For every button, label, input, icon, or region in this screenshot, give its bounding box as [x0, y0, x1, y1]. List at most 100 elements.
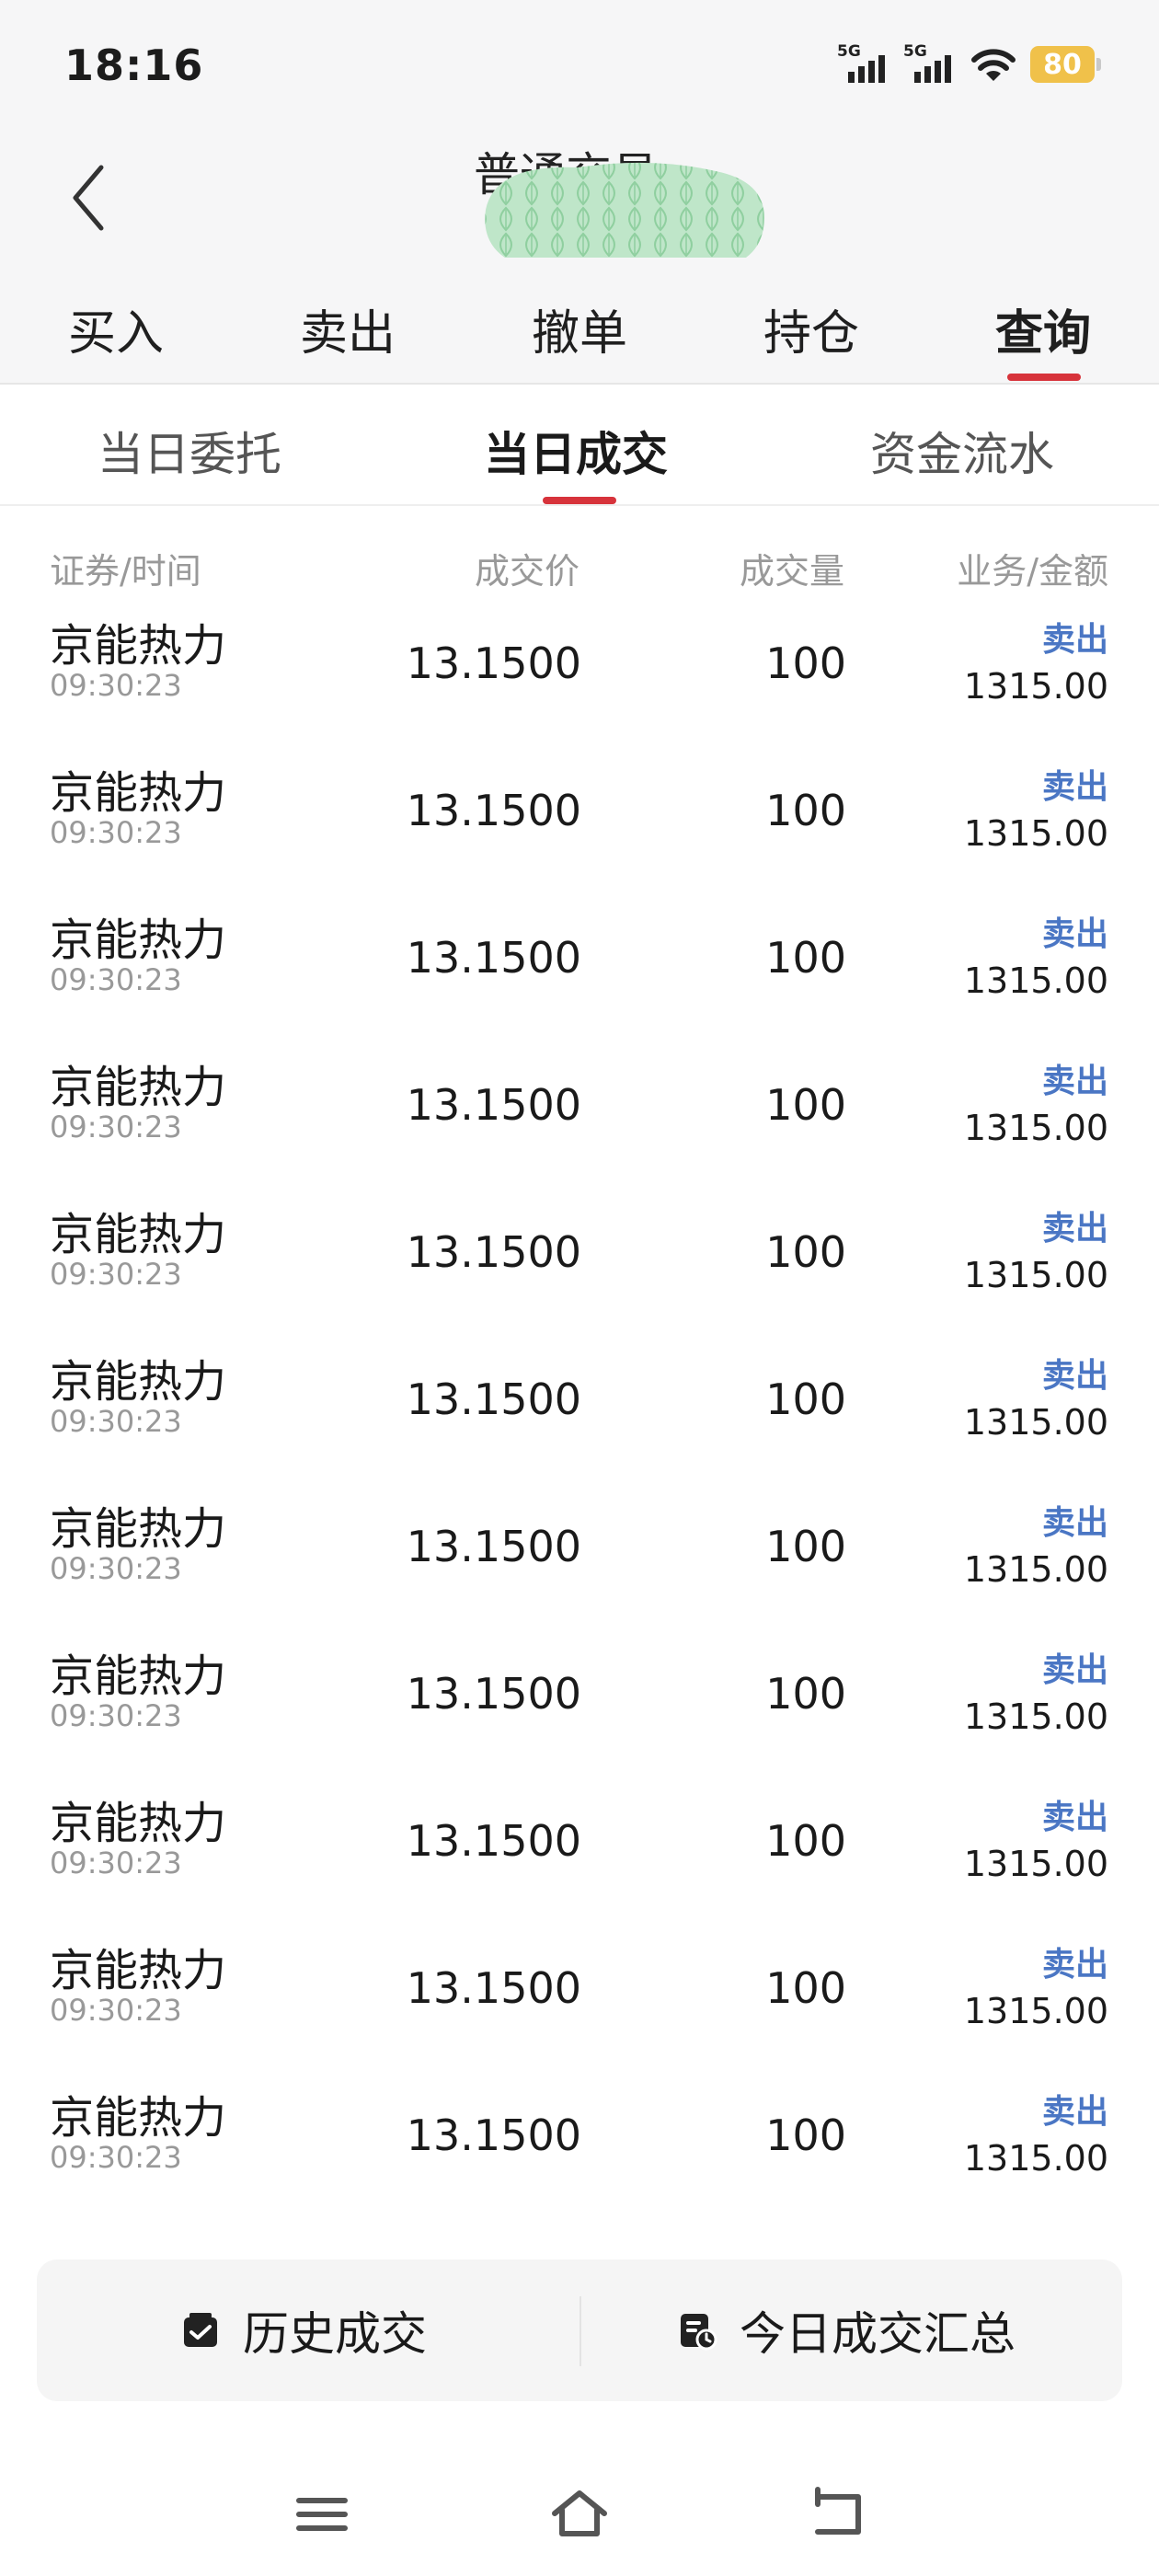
system-nav-bar [0, 2429, 1159, 2576]
table-row[interactable]: 京能热力09:30:2313.1500100卖出1315.00 [0, 1917, 1159, 2064]
main-tabs: 买入 卖出 撤单 持仓 查询 [0, 258, 1159, 385]
subtab-today-orders[interactable]: 当日委托 [98, 418, 281, 484]
subtab-today-trades[interactable]: 当日成交 [484, 418, 668, 484]
tab-positions[interactable]: 持仓 [763, 294, 859, 363]
trade-amount: 1315.00 [963, 2138, 1108, 2179]
table-row[interactable]: 京能热力09:30:2313.1500100卖出1315.00 [0, 1328, 1159, 1476]
menu-icon[interactable] [290, 2482, 354, 2547]
history-trades-button[interactable]: 历史成交 [180, 2260, 427, 2401]
table-row[interactable]: 京能热力09:30:2313.1500100卖出1315.00 [0, 740, 1159, 887]
subtab-active-indicator [543, 497, 616, 504]
table-row[interactable]: 京能热力09:30:2313.1500100卖出1315.00 [0, 1034, 1159, 1181]
trade-amount: 1315.00 [963, 1255, 1108, 1295]
security-name: 京能热力 [50, 1945, 227, 1996]
security-name: 京能热力 [50, 1798, 227, 1849]
status-bar: 18:16 5G 5G 80 [0, 0, 1159, 120]
history-trades-label: 历史成交 [243, 2307, 427, 2361]
return-icon[interactable] [805, 2482, 869, 2547]
wifi-icon [971, 49, 1016, 81]
table-row[interactable]: 京能热力09:30:2313.1500100卖出1315.00 [0, 611, 1159, 740]
trade-side: 卖出 [1041, 1063, 1108, 1100]
table-row[interactable]: 京能热力09:30:2313.1500100卖出1315.00 [0, 2064, 1159, 2212]
trade-time: 09:30:23 [50, 1846, 182, 1880]
table-row[interactable]: 京能热力09:30:2313.1500100卖出1315.00 [0, 2212, 1159, 2230]
back-arrow-icon[interactable] [64, 156, 120, 239]
trade-amount: 1315.00 [963, 1402, 1108, 1443]
trade-quantity: 100 [765, 1522, 846, 1571]
trade-quantity: 100 [765, 786, 846, 835]
trade-price: 13.1500 [406, 638, 581, 688]
trade-price: 13.1500 [406, 1522, 581, 1571]
tab-active-indicator [1007, 374, 1081, 381]
table-row[interactable]: 京能热力09:30:23 13.1500 100 卖出 1315.00 [0, 1623, 1159, 1770]
trade-amount: 1315.00 [963, 666, 1108, 707]
trade-side: 卖出 [1041, 1946, 1108, 1984]
trade-amount: 1315.00 [963, 1549, 1108, 1590]
table-row[interactable]: 京能热力09:30:2313.1500100卖出1315.00 [0, 1476, 1159, 1623]
trade-time: 09:30:23 [50, 815, 182, 850]
signal-icon: 5G [903, 42, 957, 86]
today-summary-button[interactable]: 今日成交汇总 [677, 2260, 1016, 2401]
subtab-fund-flow[interactable]: 资金流水 [870, 418, 1054, 484]
table-row[interactable]: 京能热力09:30:23 13.1500 100 卖出 1315.00 [0, 1770, 1159, 1917]
trade-quantity: 100 [765, 1816, 846, 1866]
trade-price: 13.1500 [406, 1963, 581, 2013]
trade-price: 13.1500 [406, 1374, 581, 1424]
trade-side: 卖出 [1041, 1357, 1108, 1395]
security-name: 京能热力 [50, 1062, 227, 1113]
trade-quantity: 100 [765, 1227, 846, 1277]
trade-time: 09:30:23 [50, 2140, 182, 2175]
trade-time: 09:30:23 [50, 1698, 182, 1733]
trade-side: 卖出 [1041, 1651, 1108, 1689]
trade-amount: 1315.00 [963, 1696, 1108, 1737]
status-icons: 5G 5G 80 [837, 42, 1101, 86]
trade-list[interactable]: 京能热力 09:30:23 13.1500 100 卖出 1315.00 京能热力 09:30… [0, 611, 1159, 2230]
trade-price: 13.1500 [406, 786, 581, 835]
security-name: 京能热力 [50, 1356, 227, 1408]
trade-price: 13.1500 [406, 2110, 581, 2160]
today-summary-label: 今日成交汇总 [740, 2307, 1016, 2361]
summary-doc-icon [681, 2314, 717, 2351]
trade-time: 09:30:23 [50, 1110, 182, 1144]
trade-amount: 1315.00 [963, 960, 1108, 1001]
trade-price: 13.1500 [406, 1227, 581, 1277]
trade-quantity: 100 [765, 1963, 846, 2013]
tab-query[interactable]: 查询 [995, 294, 1091, 363]
trade-amount: 1315.00 [963, 1844, 1108, 1884]
header-quantity: 成交量 [739, 551, 844, 592]
trade-side: 卖出 [1041, 1799, 1108, 1836]
trade-time: 09:30:23 [50, 962, 182, 997]
trade-time: 09:30:23 [50, 668, 182, 703]
history-doc-icon [184, 2313, 217, 2347]
battery-level: 80 [1043, 48, 1082, 81]
status-time: 18:16 [64, 40, 204, 90]
tab-buy[interactable]: 买入 [68, 294, 164, 363]
trade-amount: 1315.00 [963, 1108, 1108, 1148]
table-row[interactable]: 京能热力09:30:2313.1500100卖出1315.00 [0, 887, 1159, 1034]
trade-quantity: 100 [765, 638, 846, 688]
trade-price: 13.1500 [406, 1669, 581, 1719]
home-icon[interactable] [547, 2482, 612, 2547]
trade-amount: 1315.00 [963, 1991, 1108, 2031]
tab-sell[interactable]: 卖出 [300, 294, 396, 363]
tab-cancel[interactable]: 撤单 [532, 294, 627, 363]
security-name: 京能热力 [50, 914, 227, 966]
security-name: 京能热力 [50, 2228, 226, 2230]
header-price: 成交价 [474, 551, 580, 592]
signal-icon: 5G [837, 42, 890, 86]
bottom-divider [580, 2296, 581, 2366]
security-name: 京能热力 [50, 1650, 227, 1702]
trade-quantity: 100 [765, 1669, 846, 1719]
trade-quantity: 100 [765, 1080, 846, 1130]
table-row[interactable]: 京能热力09:30:2313.1500100卖出1315.00 [0, 1181, 1159, 1328]
trade-quantity: 100 [765, 933, 846, 983]
security-name: 京能热力 [50, 620, 227, 672]
security-name: 京能热力 [50, 1209, 227, 1260]
trade-time: 09:30:23 [50, 1404, 182, 1439]
trade-price: 13.1500 [406, 1816, 581, 1866]
security-name: 京能热力 [50, 2092, 227, 2144]
security-name: 京能热力 [50, 767, 227, 819]
security-name: 京能热力 [50, 1503, 227, 1555]
trade-side: 卖出 [1041, 1504, 1108, 1542]
trade-side: 卖出 [1041, 1210, 1108, 1248]
